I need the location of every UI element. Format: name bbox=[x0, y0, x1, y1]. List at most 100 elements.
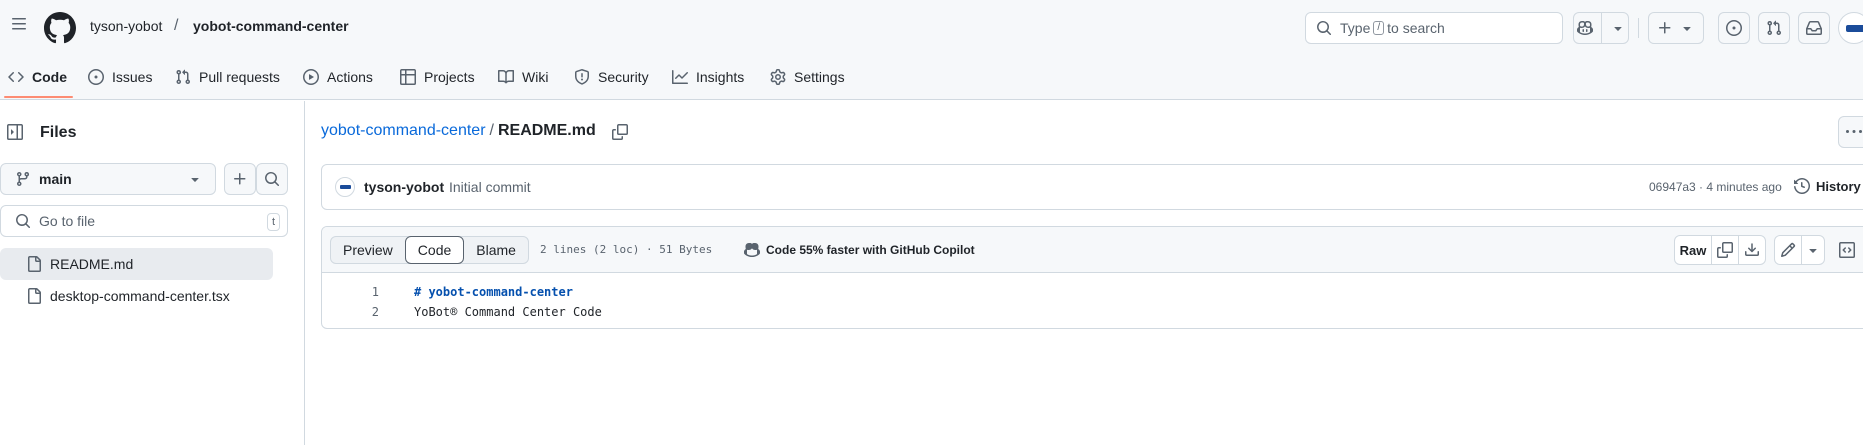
active-tab-underline bbox=[4, 96, 73, 98]
code-square-icon bbox=[1839, 242, 1855, 258]
copilot-promo-link[interactable]: Code 55% faster with GitHub Copilot bbox=[744, 242, 975, 258]
commit-meta[interactable]: 06947a3 · 4 minutes ago bbox=[1649, 180, 1782, 194]
line-number[interactable]: 2 bbox=[322, 305, 379, 319]
git-pull-request-icon bbox=[1767, 20, 1782, 36]
search-icon bbox=[16, 214, 31, 229]
shield-icon bbox=[575, 69, 589, 85]
tab-issues[interactable]: Issues bbox=[88, 62, 152, 92]
tree-file-name: README.md bbox=[50, 256, 134, 272]
symbols-panel-button[interactable] bbox=[1834, 235, 1860, 265]
latest-commit-box: tyson-yobot Initial commit 06947a3 · 4 m… bbox=[321, 164, 1863, 210]
inbox-icon bbox=[1806, 21, 1822, 35]
search-files-button[interactable] bbox=[256, 163, 288, 195]
search-shortcut-key: / bbox=[1373, 21, 1385, 35]
file-icon bbox=[28, 256, 41, 272]
add-file-button[interactable] bbox=[224, 163, 256, 195]
user-avatar[interactable] bbox=[1838, 12, 1863, 44]
tab-settings[interactable]: Settings bbox=[770, 62, 845, 92]
breadcrumb: yobot-command-center / README.md bbox=[321, 122, 596, 140]
more-options-button[interactable] bbox=[1838, 116, 1863, 148]
tab-insights[interactable]: Insights bbox=[672, 62, 744, 92]
file-viewer: Preview Code Blame 2 lines (2 loc) · 51 … bbox=[321, 226, 1863, 329]
issue-opened-icon bbox=[1726, 20, 1742, 36]
avatar-logo-icon bbox=[340, 185, 351, 189]
tab-wiki-label: Wiki bbox=[522, 69, 549, 85]
breadcrumb-repo-link[interactable]: yobot-command-center bbox=[321, 122, 486, 139]
table-icon bbox=[400, 69, 416, 85]
tree-file-readme[interactable]: README.md bbox=[0, 248, 273, 280]
inbox-button[interactable] bbox=[1798, 12, 1830, 44]
tab-code[interactable]: Code bbox=[8, 62, 67, 92]
pencil-icon bbox=[1780, 242, 1796, 258]
tab-security[interactable]: Security bbox=[574, 62, 649, 92]
git-branch-icon bbox=[16, 172, 29, 187]
breadcrumb-file-name: README.md bbox=[497, 122, 596, 139]
history-button[interactable]: History bbox=[1794, 178, 1861, 194]
tab-projects[interactable]: Projects bbox=[400, 62, 475, 92]
tab-issues-label: Issues bbox=[112, 69, 153, 85]
history-icon bbox=[1794, 178, 1810, 194]
graph-icon bbox=[672, 70, 688, 84]
triangle-down-icon bbox=[1809, 249, 1817, 253]
files-title: Files bbox=[40, 124, 77, 141]
tab-code-label: Code bbox=[32, 69, 67, 85]
gear-icon bbox=[770, 69, 786, 85]
tree-file-name: desktop-command-center.tsx bbox=[50, 288, 230, 304]
go-to-file-shortcut: t bbox=[266, 213, 280, 231]
tab-code-view[interactable]: Code bbox=[404, 236, 465, 264]
triangle-down-icon bbox=[1613, 27, 1622, 31]
pull-requests-global-button[interactable] bbox=[1758, 12, 1790, 44]
create-new-button[interactable] bbox=[1648, 12, 1704, 44]
author-avatar[interactable] bbox=[335, 177, 355, 197]
copy-raw-button[interactable] bbox=[1711, 235, 1739, 265]
header-divider bbox=[1638, 18, 1639, 38]
edit-file-button[interactable] bbox=[1774, 235, 1802, 265]
global-search-input[interactable]: Type / to search bbox=[1305, 12, 1563, 44]
tab-preview[interactable]: Preview bbox=[331, 237, 405, 263]
triangle-down-icon bbox=[191, 178, 199, 182]
book-icon bbox=[498, 69, 514, 84]
issues-global-button[interactable] bbox=[1718, 12, 1750, 44]
tab-wiki[interactable]: Wiki bbox=[498, 62, 548, 92]
three-bars-icon bbox=[12, 18, 26, 30]
repo-name-link[interactable]: yobot-command-center bbox=[193, 18, 349, 34]
raw-button[interactable]: Raw bbox=[1674, 235, 1712, 265]
code-line: # yobot-command-center bbox=[414, 285, 573, 299]
branch-selector[interactable]: main bbox=[0, 163, 216, 195]
breadcrumb-separator: / bbox=[489, 122, 494, 139]
tab-blame[interactable]: Blame bbox=[464, 237, 528, 263]
tab-pull-requests-label: Pull requests bbox=[199, 69, 280, 85]
search-icon bbox=[1317, 21, 1332, 36]
commit-message[interactable]: Initial commit bbox=[449, 179, 531, 195]
go-to-file-input[interactable]: Go to file t bbox=[0, 205, 288, 237]
commit-author[interactable]: tyson-yobot bbox=[364, 179, 444, 195]
collapse-sidebar-button[interactable] bbox=[7, 124, 23, 140]
avatar-logo-icon bbox=[1846, 25, 1863, 32]
git-pull-request-icon bbox=[176, 69, 191, 85]
github-logo-icon[interactable] bbox=[44, 12, 76, 44]
owner-repo-separator: / bbox=[174, 17, 179, 34]
hamburger-menu-button[interactable] bbox=[3, 8, 35, 40]
tab-projects-label: Projects bbox=[424, 69, 475, 85]
file-icon bbox=[28, 288, 41, 304]
file-header: Preview Code Blame 2 lines (2 loc) · 51 … bbox=[322, 227, 1863, 273]
view-mode-toggle: Preview Code Blame bbox=[330, 236, 529, 264]
code-icon bbox=[8, 71, 24, 83]
edit-dropdown-button[interactable] bbox=[1801, 235, 1825, 265]
file-stats: 2 lines (2 loc) · 51 Bytes bbox=[540, 243, 713, 256]
branch-name: main bbox=[39, 171, 72, 187]
copilot-icon bbox=[744, 242, 760, 258]
copy-path-button[interactable] bbox=[612, 124, 628, 140]
tab-pull-requests[interactable]: Pull requests bbox=[175, 62, 280, 92]
kebab-horizontal-icon bbox=[1846, 130, 1862, 133]
repo-owner-link[interactable]: tyson-yobot bbox=[90, 18, 162, 34]
copy-icon bbox=[612, 124, 628, 140]
tree-file-desktop-command-center[interactable]: desktop-command-center.tsx bbox=[0, 280, 230, 312]
tab-actions-label: Actions bbox=[327, 69, 373, 85]
download-button[interactable] bbox=[1738, 235, 1766, 265]
download-icon bbox=[1745, 243, 1759, 256]
line-number[interactable]: 1 bbox=[322, 285, 379, 299]
copilot-button[interactable] bbox=[1573, 12, 1629, 44]
tab-actions[interactable]: Actions bbox=[303, 62, 373, 92]
play-icon bbox=[303, 69, 319, 85]
